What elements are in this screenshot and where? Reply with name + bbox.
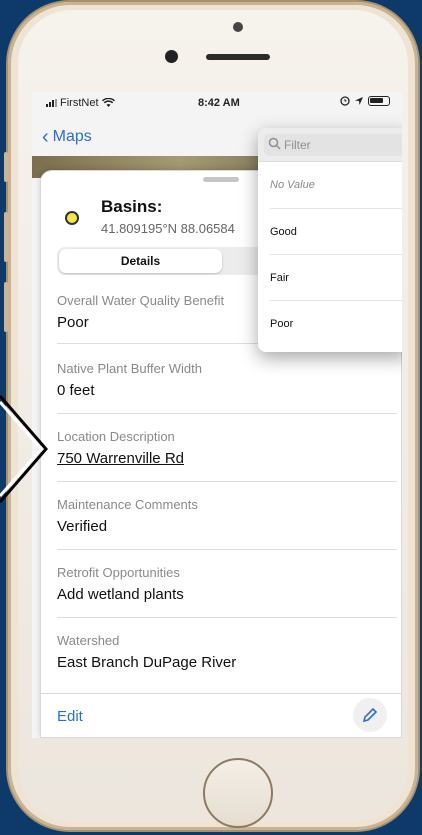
pointer-arrow-icon <box>0 395 48 503</box>
attribute-value: 0 feet <box>57 382 95 399</box>
attribute-label: Location Description <box>57 429 175 444</box>
app-screen: FirstNet 8:42 AM ‹ Maps Basins: 41.80919… <box>32 92 402 738</box>
pencil-button[interactable] <box>353 698 387 732</box>
back-button[interactable]: ‹ Maps <box>42 126 92 148</box>
home-button[interactable] <box>203 758 273 828</box>
edit-footer: Edit <box>41 693 401 737</box>
search-icon <box>268 137 281 150</box>
attribute-value: East Branch DuPage River <box>57 654 237 671</box>
wifi-icon <box>101 98 115 107</box>
option-fair[interactable]: Fair <box>258 255 402 301</box>
attribute-label: Native Plant Buffer Width <box>57 361 202 376</box>
feature-symbol-icon <box>65 211 79 225</box>
back-label: Maps <box>52 128 92 145</box>
attribute-label: Retrofit Opportunities <box>57 565 180 580</box>
status-time: 8:42 AM <box>198 97 240 109</box>
tab-details[interactable]: Details <box>59 249 222 273</box>
attribute-maintenance-comments: Maintenance Comments Verified <box>57 497 395 535</box>
drag-handle[interactable] <box>203 177 239 182</box>
front-camera <box>165 50 178 63</box>
earpiece-speaker <box>206 54 270 60</box>
attribute-value: Add wetland plants <box>57 586 184 603</box>
attribute-label: Watershed <box>57 633 120 648</box>
status-icons <box>340 96 390 106</box>
alarm-icon <box>340 96 350 106</box>
carrier-name: FirstNet <box>60 97 99 109</box>
attribute-buffer-width: Native Plant Buffer Width 0 feet <box>57 361 395 399</box>
carrier-info: FirstNet <box>46 97 115 109</box>
attribute-retrofit-opportunities: Retrofit Opportunities Add wetland plant… <box>57 565 395 603</box>
volume-down-button <box>4 282 8 332</box>
feature-title: Basins: <box>101 197 163 216</box>
option-good[interactable]: Good <box>258 209 402 255</box>
battery-icon <box>368 96 390 106</box>
pencil-icon <box>362 707 378 723</box>
volume-up-button <box>4 212 8 262</box>
proximity-sensor <box>233 22 243 32</box>
filter-input[interactable] <box>264 134 402 156</box>
signal-icon <box>46 99 57 107</box>
value-picker-dropdown: No Value Good Fair Poor <box>258 128 402 352</box>
divider <box>57 413 397 414</box>
divider <box>57 549 397 550</box>
option-no-value[interactable]: No Value <box>258 162 402 208</box>
filter-bar <box>258 128 402 162</box>
status-bar: FirstNet 8:42 AM <box>32 92 402 116</box>
attribute-watershed: Watershed East Branch DuPage River <box>57 633 395 671</box>
divider <box>57 617 397 618</box>
mute-switch <box>4 152 8 182</box>
feature-coordinates: 41.809195°N 88.06584 <box>101 221 235 236</box>
location-link[interactable]: 750 Warrenville Rd <box>57 450 395 467</box>
attribute-value: Verified <box>57 518 108 535</box>
location-arrow-icon <box>355 97 363 105</box>
attribute-label: Maintenance Comments <box>57 497 198 512</box>
divider <box>57 481 397 482</box>
attribute-location-description: Location Description 750 Warrenville Rd <box>57 429 395 467</box>
chevron-left-icon: ‹ <box>42 126 49 148</box>
option-poor[interactable]: Poor <box>258 301 402 347</box>
edit-button[interactable]: Edit <box>57 708 83 725</box>
